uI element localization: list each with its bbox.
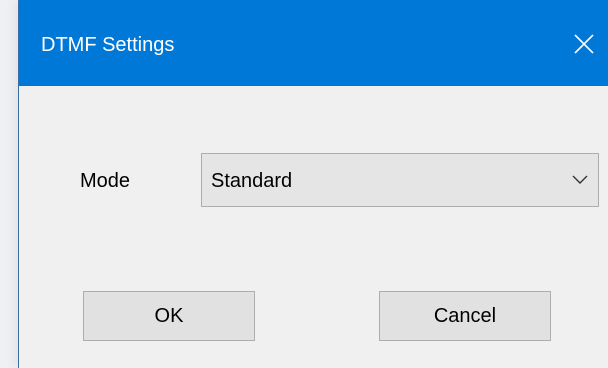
mode-dropdown[interactable]: Standard bbox=[201, 153, 599, 207]
chevron-down-icon bbox=[572, 175, 588, 184]
close-icon bbox=[574, 34, 594, 54]
title-bar: DTMF Settings bbox=[19, 0, 608, 86]
cancel-button[interactable]: Cancel bbox=[379, 291, 551, 341]
mode-label: Mode bbox=[80, 170, 131, 192]
dialog-body: Mode Standard OK Cancel bbox=[19, 86, 608, 368]
dialog-title: DTMF Settings bbox=[41, 34, 175, 56]
mode-selected-value: Standard bbox=[211, 170, 293, 192]
dtmf-settings-dialog: DTMF Settings Mode Standard OK Cancel bbox=[18, 0, 608, 368]
ok-button[interactable]: OK bbox=[83, 291, 255, 341]
close-button[interactable] bbox=[560, 20, 608, 68]
